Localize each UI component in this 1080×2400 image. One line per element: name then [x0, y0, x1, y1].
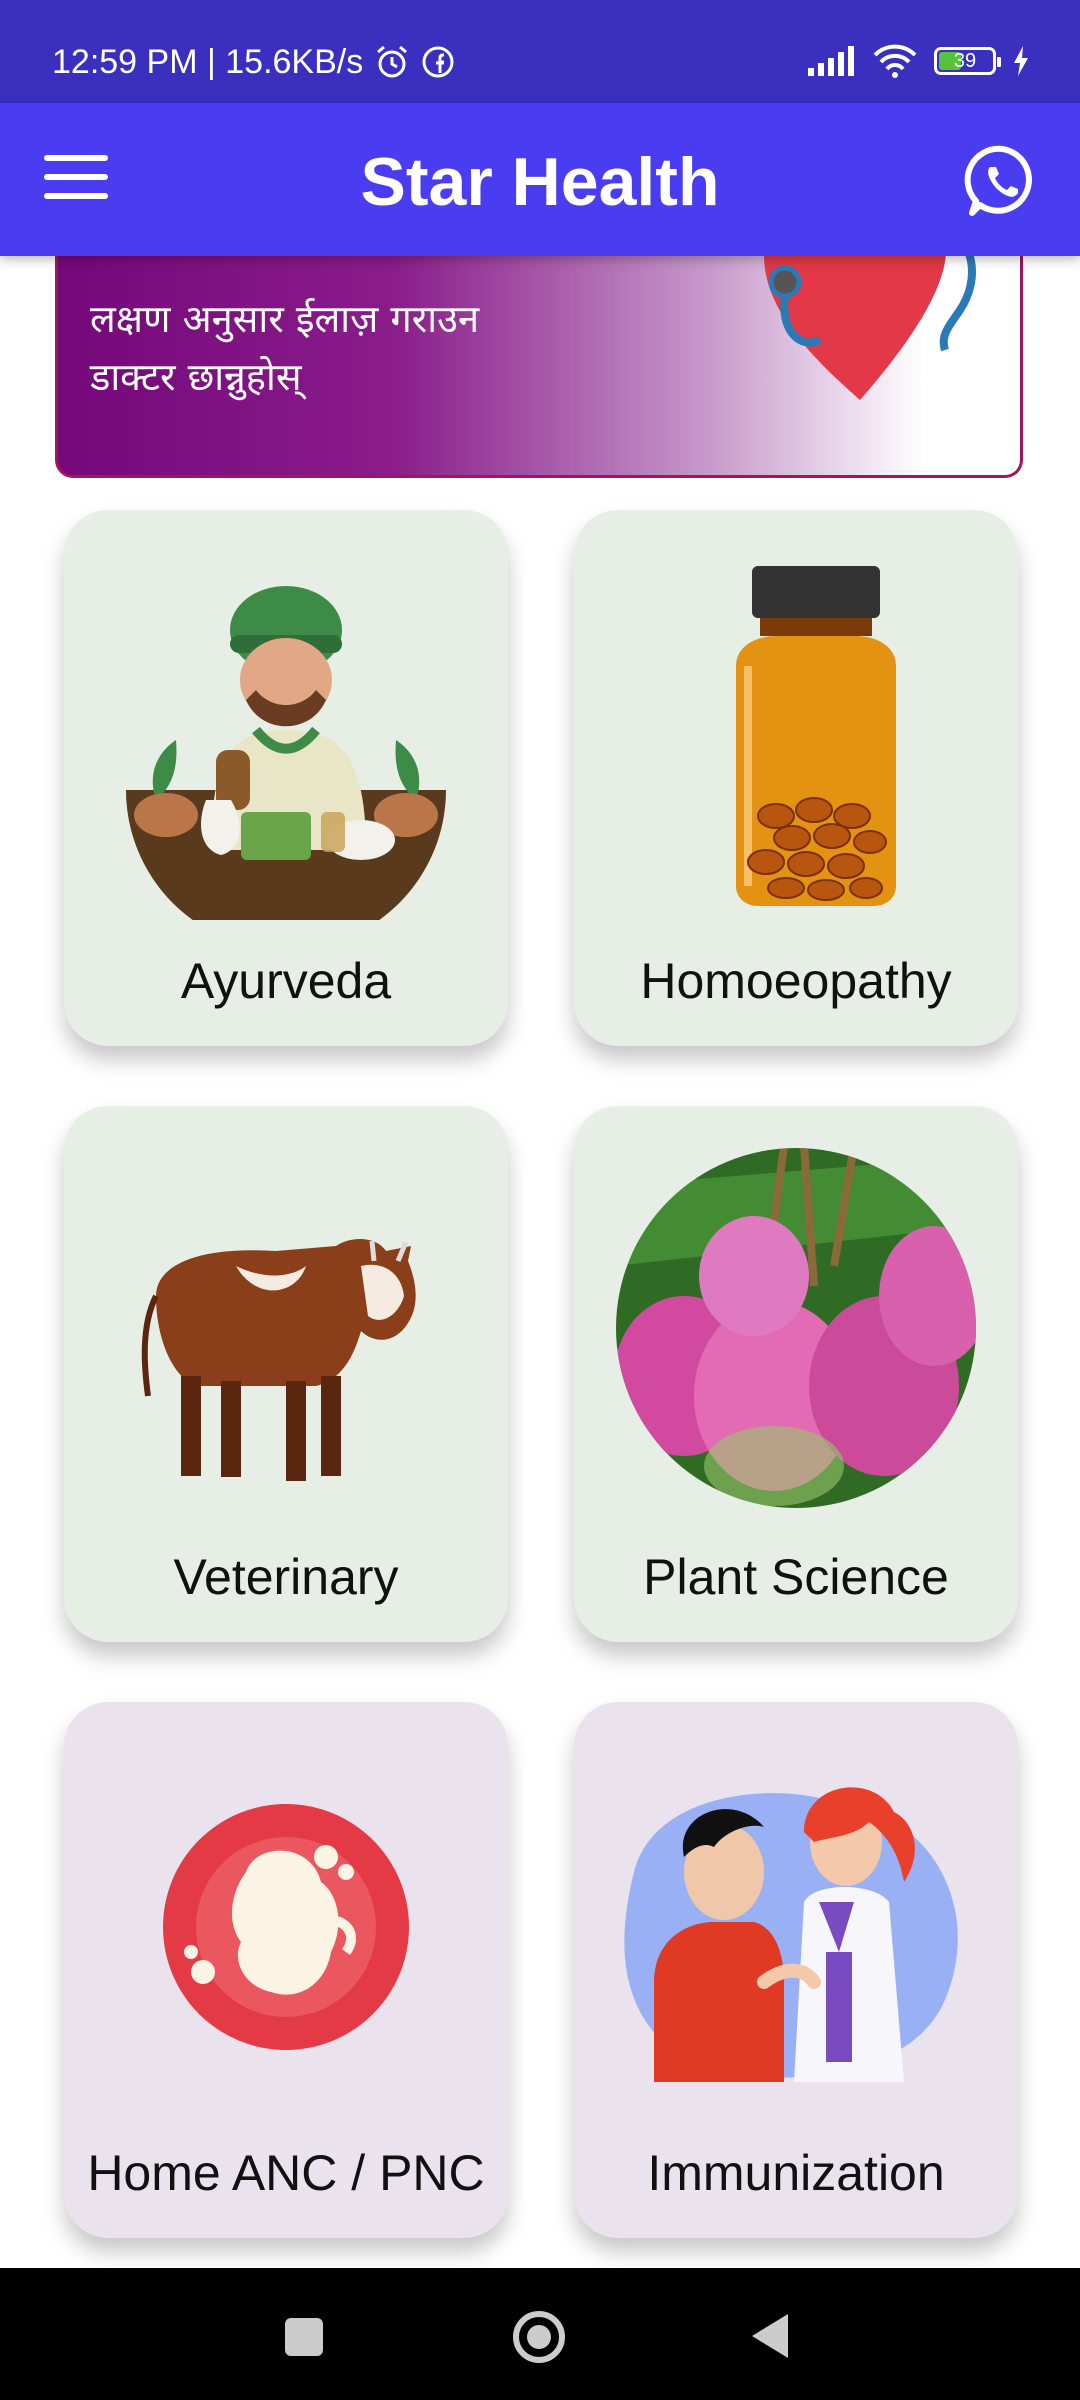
card-label-plant-science: Plant Science	[643, 1549, 949, 1605]
system-navigation-bar	[0, 2268, 1080, 2400]
card-label-ayurveda: Ayurveda	[180, 953, 392, 1009]
doctor-vaccination-image	[624, 1787, 958, 2082]
battery-indicator: 39	[934, 47, 1001, 75]
signal-icon	[808, 46, 854, 76]
banner-line-1: लक्षण अनुसार ईलाज़ गराउन	[90, 297, 480, 341]
card-immunization[interactable]: Immunization	[574, 1702, 1018, 2238]
app-title: Star Health	[360, 144, 720, 220]
ayurveda-herbalist-image	[126, 586, 446, 920]
fetus-image	[163, 1804, 409, 2050]
cow-image	[141, 1239, 416, 1481]
card-veterinary[interactable]: Veterinary	[64, 1106, 508, 1642]
app-bar: Star Health	[0, 103, 1080, 256]
card-plant-science[interactable]: Plant Science	[574, 1106, 1018, 1642]
medicine-bottle-image	[736, 566, 896, 906]
charging-icon	[1014, 46, 1028, 76]
battery-level: 39	[953, 50, 977, 72]
wifi-icon	[873, 44, 917, 78]
card-label-immunization: Immunization	[647, 2145, 945, 2201]
back-triangle-icon[interactable]	[752, 2314, 788, 2358]
facebook-icon	[422, 46, 454, 78]
banner-line-2: डाक्टर छान्नुहोस्	[90, 355, 302, 399]
alarm-icon	[377, 45, 408, 78]
status-time-speed: 12:59 PM | 15.6KB/s	[52, 43, 364, 81]
home-circle-icon[interactable]	[513, 2311, 565, 2363]
status-bar: 12:59 PM | 15.6KB/s 39	[0, 0, 1080, 103]
card-homoeopathy[interactable]: Homoeopathy	[574, 510, 1018, 1046]
status-left: 12:59 PM | 15.6KB/s	[52, 42, 455, 82]
recents-square-icon[interactable]	[285, 2318, 323, 2356]
status-right: 39	[806, 44, 1030, 78]
card-ayurveda[interactable]: Ayurveda	[64, 510, 508, 1046]
card-label-home-anc-pnc: Home ANC / PNC	[87, 2145, 485, 2201]
whatsapp-icon[interactable]	[964, 143, 1040, 219]
fruits-on-tree-image	[616, 1148, 976, 1508]
card-label-veterinary: Veterinary	[173, 1549, 399, 1605]
card-label-homoeopathy: Homoeopathy	[640, 953, 952, 1009]
card-home-anc-pnc[interactable]: Home ANC / PNC	[64, 1702, 508, 2238]
